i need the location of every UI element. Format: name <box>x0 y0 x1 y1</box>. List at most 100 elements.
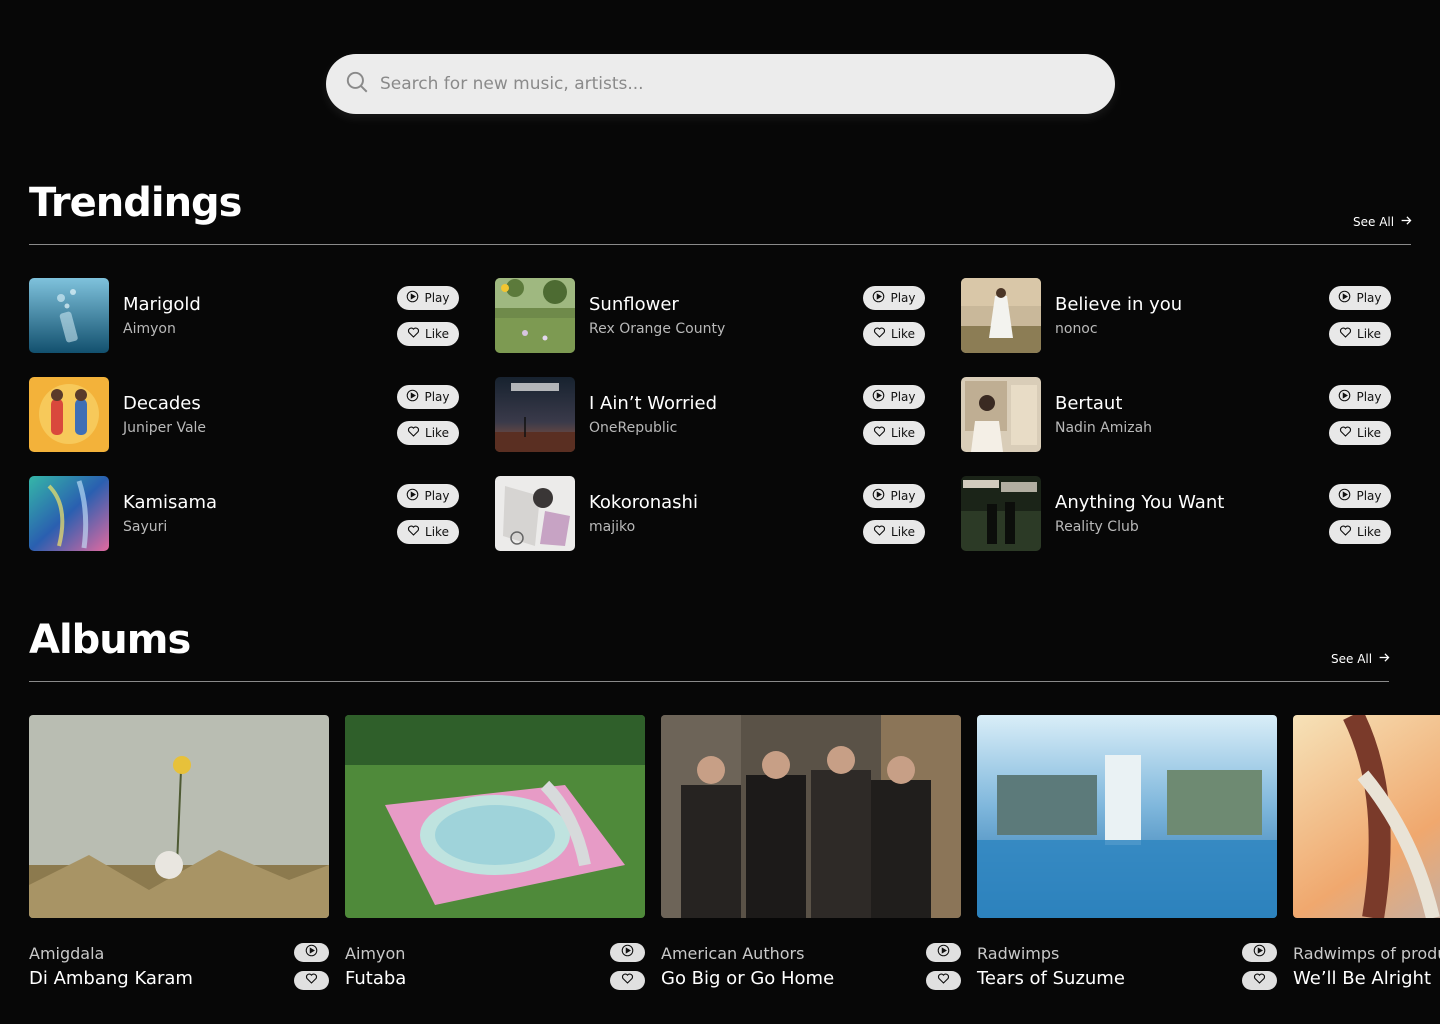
track-title: I Ain’t Worried <box>589 393 717 414</box>
play-circle-icon <box>1253 944 1266 962</box>
heart-icon <box>407 524 420 540</box>
play-button[interactable]: Play <box>863 484 925 508</box>
album-like-button[interactable] <box>1242 971 1277 990</box>
album-play-button[interactable] <box>926 943 961 962</box>
album-art <box>29 278 109 353</box>
track-artist: majiko <box>589 519 636 535</box>
track-artist: Juniper Vale <box>123 420 207 436</box>
like-button[interactable]: Like <box>863 322 925 346</box>
albums-heading: Albums <box>29 617 191 663</box>
search-icon <box>344 69 370 100</box>
see-all-label: See All <box>1331 652 1373 666</box>
like-label: Like <box>891 426 915 440</box>
track-item[interactable]: Sunflower Rex Orange County Play Like <box>495 278 925 353</box>
play-button[interactable]: Play <box>1329 484 1391 508</box>
album-name: Di Ambang Karam <box>29 968 193 989</box>
like-button[interactable]: Like <box>397 520 459 544</box>
track-title: Bertaut <box>1055 393 1123 414</box>
heart-icon <box>873 425 886 441</box>
play-button[interactable]: Play <box>1329 385 1391 409</box>
play-circle-icon <box>937 944 950 962</box>
track-artist: Nadin Amizah <box>1055 420 1153 436</box>
track-artist: nonoc <box>1055 321 1098 337</box>
album-art <box>495 377 575 452</box>
album-card[interactable]: Radwimps Tears of Suzume <box>977 715 1277 1005</box>
play-circle-icon <box>1338 488 1351 504</box>
play-button[interactable]: Play <box>863 286 925 310</box>
like-button[interactable]: Like <box>397 322 459 346</box>
track-item[interactable]: Kokoronashi majiko Play Like <box>495 476 925 551</box>
track-item[interactable]: Kamisama Sayuri Play Like <box>29 476 459 551</box>
play-circle-icon <box>305 944 318 962</box>
album-cover <box>1293 715 1440 918</box>
play-label: Play <box>424 489 450 503</box>
album-like-button[interactable] <box>294 971 329 990</box>
track-title: Kamisama <box>123 492 218 513</box>
albums-see-all-link[interactable]: See All <box>1331 651 1391 667</box>
album-card[interactable]: Radwimps of produ We’ll Be Alright <box>1293 715 1440 1005</box>
track-item[interactable]: Believe in you nonoc Play Like <box>961 278 1391 353</box>
track-item[interactable]: Decades Juniper Vale Play Like <box>29 377 459 452</box>
play-button[interactable]: Play <box>397 286 459 310</box>
like-button[interactable]: Like <box>1329 520 1391 544</box>
album-art <box>495 476 575 551</box>
play-label: Play <box>1356 390 1382 404</box>
play-label: Play <box>424 390 450 404</box>
heart-icon <box>1339 524 1352 540</box>
arrow-right-icon <box>1400 214 1413 230</box>
trendings-see-all-link[interactable]: See All <box>1353 214 1413 230</box>
track-title: Marigold <box>123 294 201 315</box>
track-item[interactable]: I Ain’t Worried OneRepublic Play Like <box>495 377 925 452</box>
track-item[interactable]: Bertaut Nadin Amizah Play Like <box>961 377 1391 452</box>
like-button[interactable]: Like <box>1329 322 1391 346</box>
album-card[interactable]: Aimyon Futaba <box>345 715 645 1005</box>
track-item[interactable]: Marigold Aimyon Play Like <box>29 278 459 353</box>
track-title: Sunflower <box>589 294 679 315</box>
track-artist: Sayuri <box>123 519 168 535</box>
album-play-button[interactable] <box>294 943 329 962</box>
play-button[interactable]: Play <box>1329 286 1391 310</box>
play-button[interactable]: Play <box>863 385 925 409</box>
arrow-right-icon <box>1378 651 1391 667</box>
play-label: Play <box>1356 489 1382 503</box>
play-circle-icon <box>872 389 885 405</box>
track-item[interactable]: Anything You Want Reality Club Play Like <box>961 476 1391 551</box>
like-button[interactable]: Like <box>397 421 459 445</box>
play-circle-icon <box>621 944 634 962</box>
album-play-button[interactable] <box>610 943 645 962</box>
like-button[interactable]: Like <box>863 520 925 544</box>
heart-icon <box>873 524 886 540</box>
album-artist: Aimyon <box>345 944 406 963</box>
play-button[interactable]: Play <box>397 484 459 508</box>
album-artist: Radwimps <box>977 944 1060 963</box>
album-cover <box>661 715 961 918</box>
heart-icon <box>937 972 950 990</box>
album-card[interactable]: Amigdala Di Ambang Karam <box>29 715 329 1005</box>
album-like-button[interactable] <box>926 971 961 990</box>
album-art <box>29 476 109 551</box>
play-label: Play <box>890 489 916 503</box>
search-input[interactable] <box>380 74 1060 94</box>
like-button[interactable]: Like <box>863 421 925 445</box>
album-play-button[interactable] <box>1242 943 1277 962</box>
play-circle-icon <box>406 389 419 405</box>
search-bar[interactable] <box>326 54 1115 114</box>
albums-carousel[interactable]: Amigdala Di Ambang Karam Aimyon Futaba A… <box>29 715 1440 1015</box>
play-label: Play <box>890 390 916 404</box>
album-art <box>961 476 1041 551</box>
album-art <box>29 377 109 452</box>
album-art <box>495 278 575 353</box>
heart-icon <box>407 326 420 342</box>
track-title: Anything You Want <box>1055 492 1225 513</box>
like-label: Like <box>891 327 915 341</box>
album-cover <box>977 715 1277 918</box>
track-artist: Rex Orange County <box>589 321 726 337</box>
heart-icon <box>1339 326 1352 342</box>
like-button[interactable]: Like <box>1329 421 1391 445</box>
track-artist: Reality Club <box>1055 519 1139 535</box>
album-card[interactable]: American Authors Go Big or Go Home <box>661 715 961 1005</box>
track-title: Decades <box>123 393 201 414</box>
album-like-button[interactable] <box>610 971 645 990</box>
album-artist: Amigdala <box>29 944 105 963</box>
play-button[interactable]: Play <box>397 385 459 409</box>
